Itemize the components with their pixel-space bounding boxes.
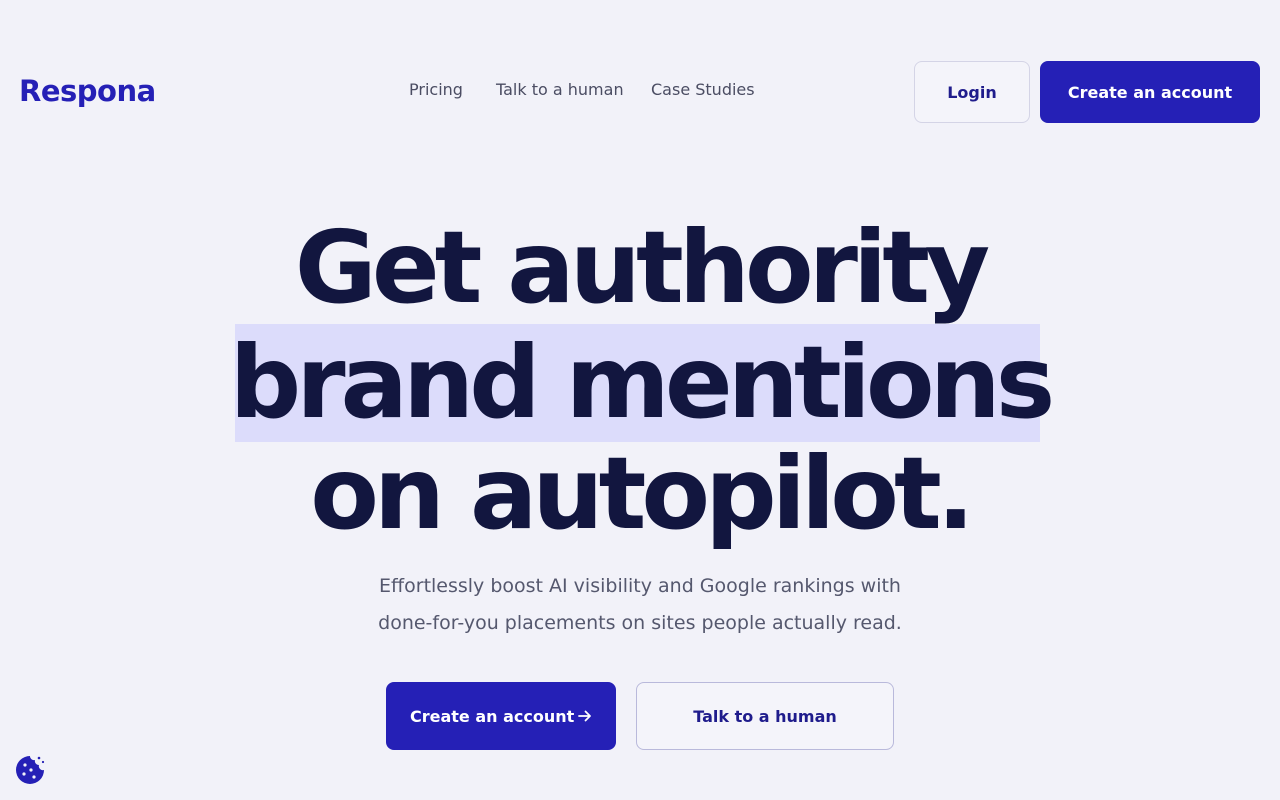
arrow-right-icon: [578, 710, 591, 722]
cookie-icon[interactable]: [14, 754, 46, 786]
nav-item-pricing[interactable]: Pricing: [409, 78, 463, 102]
create-account-header-button[interactable]: Create an account: [1040, 61, 1260, 123]
create-account-cta-button[interactable]: Create an account: [386, 682, 616, 750]
landing-page: Respona Pricing Talk to a human Case Stu…: [0, 0, 1280, 800]
respona-logo[interactable]: Respona: [19, 72, 156, 110]
nav-item-talk-to-a-human[interactable]: Talk to a human: [496, 78, 624, 102]
headline-line-2: brand mentions: [229, 324, 1056, 441]
login-button[interactable]: Login: [914, 61, 1030, 123]
headline-line-1: Get authority: [294, 209, 990, 326]
hero-subtitle: Effortlessly boost AI visibility and Goo…: [0, 568, 1280, 642]
create-account-cta-label: Create an account: [410, 706, 575, 726]
nav-item-case-studies[interactable]: Case Studies: [651, 78, 755, 102]
hero-subtitle-line-1: Effortlessly boost AI visibility and Goo…: [379, 575, 901, 597]
headline-line-3: on autopilot.: [310, 435, 975, 552]
talk-to-a-human-cta-button[interactable]: Talk to a human: [636, 682, 894, 750]
hero-subtitle-line-2: done-for-you placements on sites people …: [378, 612, 902, 634]
